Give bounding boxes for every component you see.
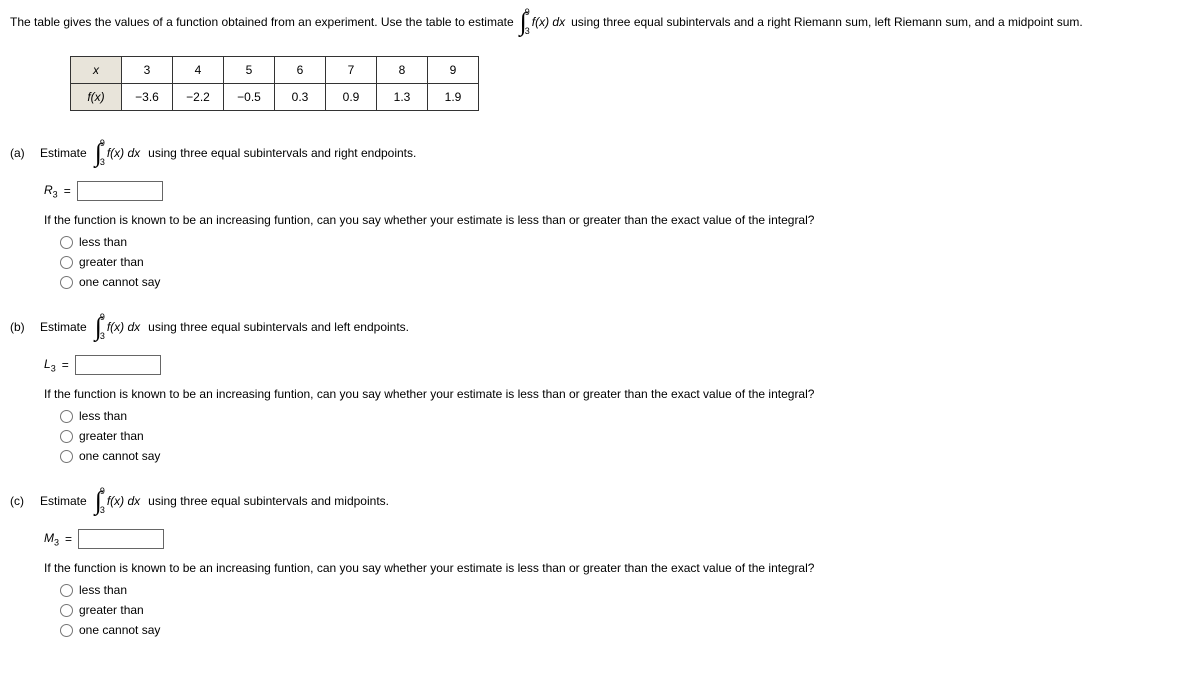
table-cell: 0.3	[275, 84, 326, 111]
integral-sign-icon: ∫	[95, 140, 102, 166]
radio-a-less[interactable]	[60, 236, 73, 249]
intro-post: using three equal subintervals and a rig…	[571, 15, 1083, 29]
integral-expr: ∫ 9 3 f(x) dx	[95, 313, 140, 341]
part-c-options: less than greater than one cannot say	[60, 583, 1190, 637]
opt-label: less than	[79, 235, 127, 249]
l3-symbol: L3	[44, 357, 56, 373]
table-cell: 1.3	[377, 84, 428, 111]
opt-label: greater than	[79, 429, 144, 443]
l3-input[interactable]	[75, 355, 161, 375]
table-cell: 4	[173, 57, 224, 84]
radio-c-greater[interactable]	[60, 604, 73, 617]
estimate-word: Estimate	[40, 146, 87, 160]
part-b-label: (b)	[10, 320, 34, 334]
data-table: x 3 4 5 6 7 8 9 f(x) −3.6 −2.2 −0.5 0.3 …	[70, 56, 479, 111]
table-cell: 0.9	[326, 84, 377, 111]
intro-pre: The table gives the values of a function…	[10, 15, 514, 29]
opt-label: one cannot say	[79, 623, 160, 637]
table-cell: 9	[428, 57, 479, 84]
table-head-fx: f(x)	[71, 84, 122, 111]
estimate-word: Estimate	[40, 494, 87, 508]
opt-label: greater than	[79, 603, 144, 617]
table-cell: 3	[122, 57, 173, 84]
part-b-question: If the function is known to be an increa…	[44, 387, 1190, 401]
integral-sign-icon: ∫	[95, 488, 102, 514]
part-b: (b) Estimate ∫ 9 3 f(x) dx using three e…	[10, 313, 1190, 463]
intro-line: The table gives the values of a function…	[10, 8, 1190, 36]
integral-expr: ∫ 9 3 f(x) dx	[520, 8, 565, 36]
radio-a-cannot[interactable]	[60, 276, 73, 289]
table-cell: 7	[326, 57, 377, 84]
eq-sign: =	[65, 532, 72, 546]
table-head-x: x	[71, 57, 122, 84]
estimate-word: Estimate	[40, 320, 87, 334]
integrand: f(x) dx	[532, 15, 565, 29]
eq-sign: =	[62, 358, 69, 372]
radio-c-less[interactable]	[60, 584, 73, 597]
table-cell: 5	[224, 57, 275, 84]
r3-symbol: R3	[44, 183, 58, 199]
radio-b-less[interactable]	[60, 410, 73, 423]
opt-label: one cannot say	[79, 275, 160, 289]
table-cell: 8	[377, 57, 428, 84]
radio-b-greater[interactable]	[60, 430, 73, 443]
part-c-question: If the function is known to be an increa…	[44, 561, 1190, 575]
eq-sign: =	[64, 184, 71, 198]
part-a-label: (a)	[10, 146, 34, 160]
radio-c-cannot[interactable]	[60, 624, 73, 637]
radio-a-greater[interactable]	[60, 256, 73, 269]
part-c-tail: using three equal subintervals and midpo…	[148, 494, 389, 508]
table-cell: 1.9	[428, 84, 479, 111]
integral-expr: ∫ 9 3 f(x) dx	[95, 487, 140, 515]
part-a-options: less than greater than one cannot say	[60, 235, 1190, 289]
opt-label: less than	[79, 583, 127, 597]
part-a: (a) Estimate ∫ 9 3 f(x) dx using three e…	[10, 139, 1190, 289]
part-a-question: If the function is known to be an increa…	[44, 213, 1190, 227]
table-cell: −2.2	[173, 84, 224, 111]
part-c: (c) Estimate ∫ 9 3 f(x) dx using three e…	[10, 487, 1190, 637]
integral-sign-icon: ∫	[520, 9, 527, 35]
m3-input[interactable]	[78, 529, 164, 549]
radio-b-cannot[interactable]	[60, 450, 73, 463]
opt-label: one cannot say	[79, 449, 160, 463]
table-cell: −3.6	[122, 84, 173, 111]
table-cell: −0.5	[224, 84, 275, 111]
part-b-tail: using three equal subintervals and left …	[148, 320, 409, 334]
part-a-tail: using three equal subintervals and right…	[148, 146, 416, 160]
part-c-label: (c)	[10, 494, 34, 508]
opt-label: greater than	[79, 255, 144, 269]
m3-symbol: M3	[44, 531, 59, 547]
integral-expr: ∫ 9 3 f(x) dx	[95, 139, 140, 167]
opt-label: less than	[79, 409, 127, 423]
r3-input[interactable]	[77, 181, 163, 201]
part-b-options: less than greater than one cannot say	[60, 409, 1190, 463]
table-cell: 6	[275, 57, 326, 84]
integral-sign-icon: ∫	[95, 314, 102, 340]
